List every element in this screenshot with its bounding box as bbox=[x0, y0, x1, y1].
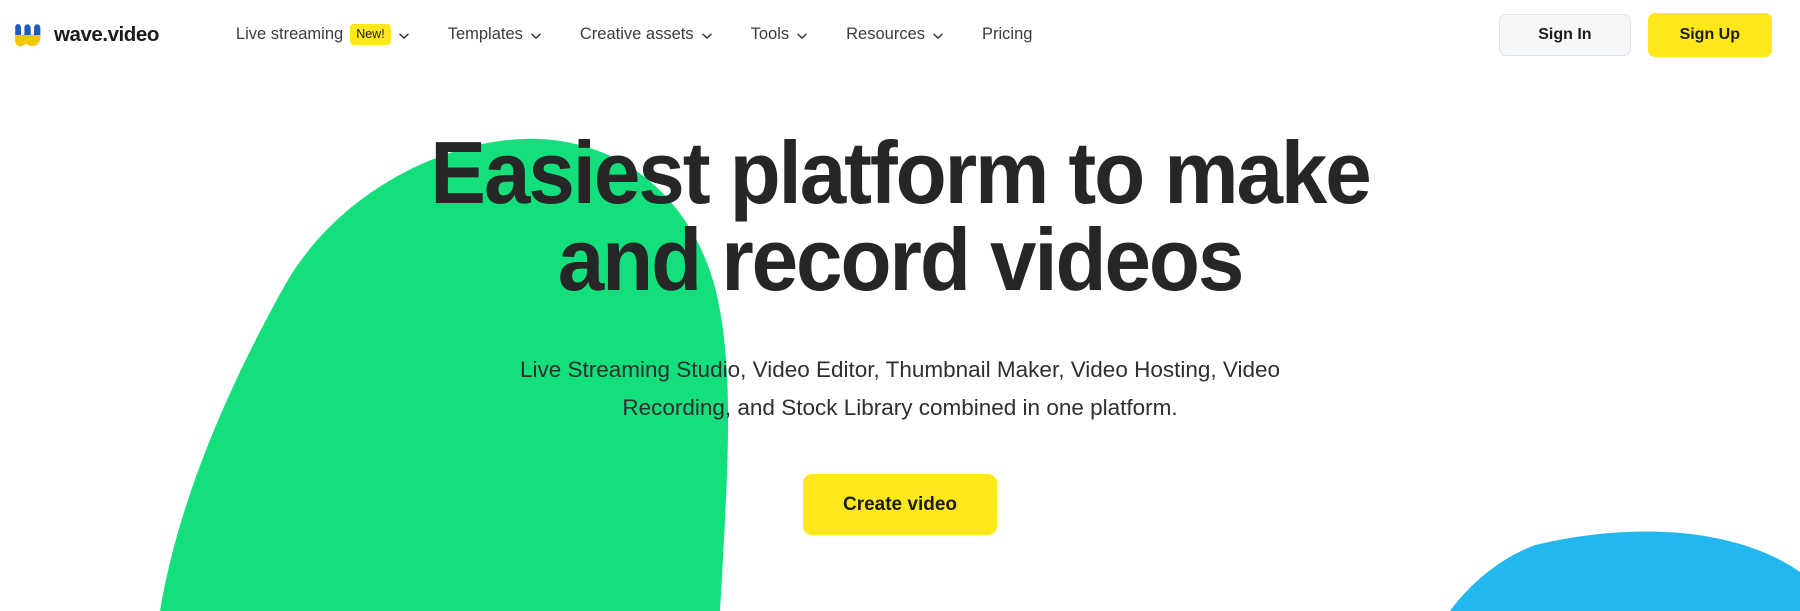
brand-logo-link[interactable]: wave.video bbox=[14, 23, 159, 47]
nav-label-live-streaming: Live streaming bbox=[235, 25, 344, 44]
hero-cta-wrapper: Create video bbox=[0, 473, 1800, 535]
create-video-button[interactable]: Create video bbox=[802, 473, 998, 535]
nav-item-live-streaming[interactable]: Live streaming New! bbox=[217, 18, 429, 52]
nav-item-templates[interactable]: Templates bbox=[429, 20, 561, 49]
chevron-down-icon bbox=[530, 30, 542, 42]
hero-title: Easiest platform to make and record vide… bbox=[411, 129, 1390, 304]
hero-title-line-2: and record videos bbox=[557, 210, 1245, 310]
nav-item-resources[interactable]: Resources bbox=[827, 20, 963, 49]
sign-in-button[interactable]: Sign In bbox=[1499, 13, 1631, 56]
sign-up-button[interactable]: Sign Up bbox=[1647, 12, 1772, 57]
nav-label-templates: Templates bbox=[447, 25, 523, 44]
site-header: wave.video Live streaming New! Templates bbox=[0, 0, 1800, 69]
hero-section: Easiest platform to make and record vide… bbox=[0, 69, 1800, 535]
nav-label-resources: Resources bbox=[846, 25, 926, 44]
wave-w-logo-icon bbox=[14, 23, 45, 47]
blue-blob-shape bbox=[1450, 531, 1800, 611]
nav-item-tools[interactable]: Tools bbox=[732, 20, 828, 49]
nav-label-creative-assets: Creative assets bbox=[579, 25, 694, 44]
hero-title-line-1: Easiest platform to make bbox=[430, 123, 1372, 222]
chevron-down-icon bbox=[701, 30, 713, 42]
nav-item-creative-assets[interactable]: Creative assets bbox=[561, 20, 732, 49]
main-navigation: Live streaming New! Templates Creative a bbox=[217, 18, 1499, 52]
landing-page: wave.video Live streaming New! Templates bbox=[0, 0, 1800, 611]
badge-new-live-streaming: New! bbox=[350, 23, 391, 46]
header-actions: Sign In Sign Up bbox=[1499, 12, 1772, 57]
chevron-down-icon bbox=[796, 30, 808, 42]
nav-label-tools: Tools bbox=[750, 25, 790, 44]
chevron-down-icon bbox=[398, 30, 410, 42]
brand-name-text: wave.video bbox=[54, 22, 159, 46]
chevron-down-icon bbox=[932, 30, 944, 42]
nav-label-pricing: Pricing bbox=[982, 25, 1033, 44]
nav-item-pricing[interactable]: Pricing bbox=[963, 20, 1051, 49]
hero-subtitle: Live Streaming Studio, Video Editor, Thu… bbox=[519, 357, 1281, 421]
